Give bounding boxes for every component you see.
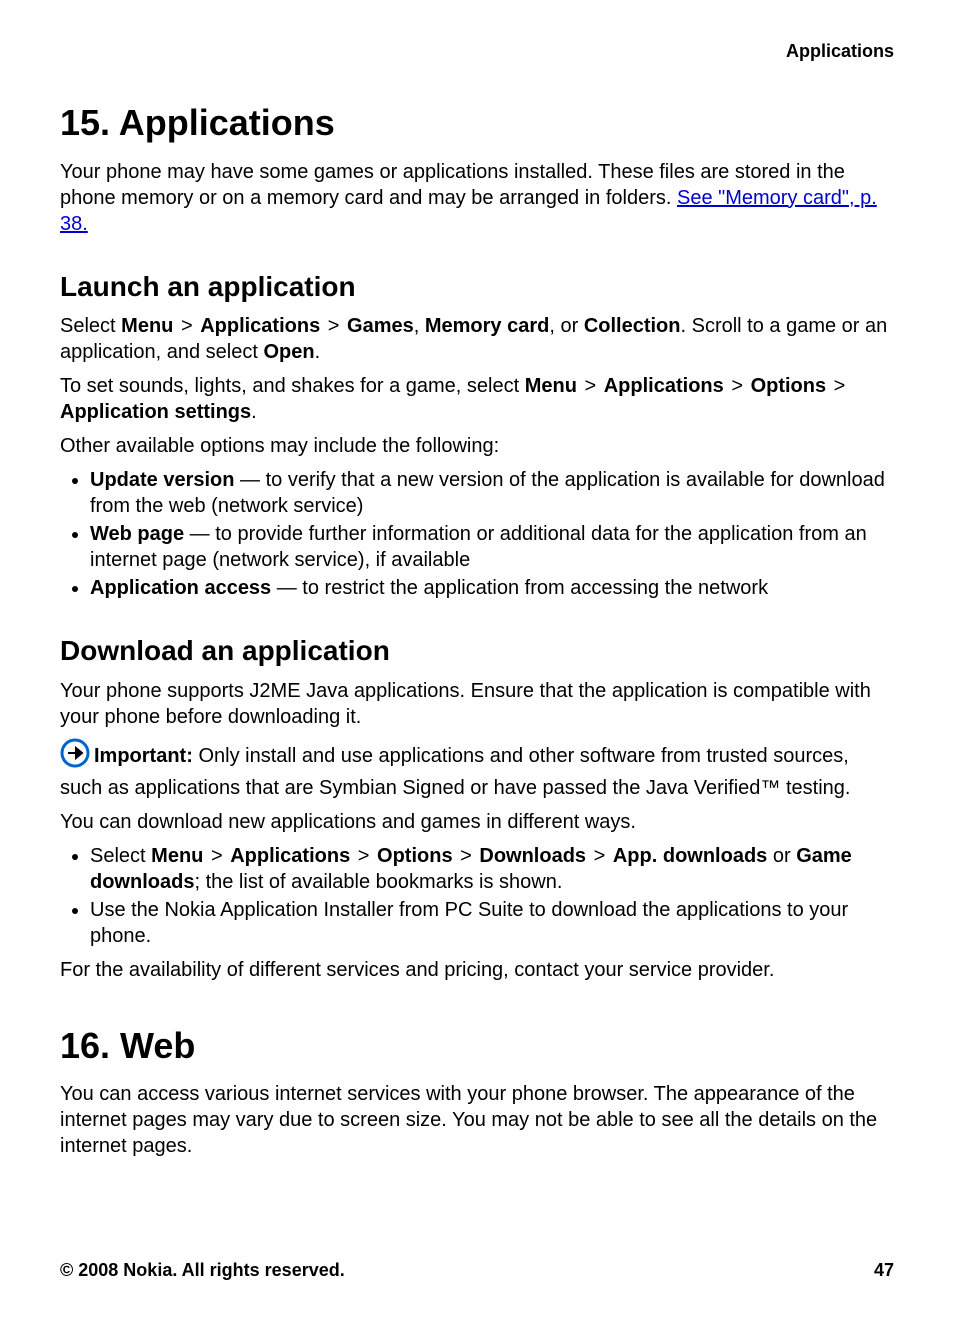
menu-label: Menu (151, 845, 203, 867)
menu-label: Menu (525, 375, 577, 397)
text: . (315, 341, 321, 363)
nav-sep: > (211, 845, 223, 867)
copyright-text: © 2008 Nokia. All rights reserved. (60, 1259, 345, 1282)
page-footer: © 2008 Nokia. All rights reserved. 47 (60, 1259, 894, 1282)
chapter-15-title: 15. Applications (60, 100, 894, 147)
nav-sep: > (594, 845, 606, 867)
ch16-p1: You can access various internet services… (60, 1081, 894, 1159)
download-ways-list: Select Menu > Applications > Options > D… (60, 843, 894, 949)
text: Select (90, 845, 151, 867)
games-label: Games (347, 315, 414, 337)
launch-heading: Launch an application (60, 269, 894, 305)
open-label: Open (263, 341, 314, 363)
text: or (767, 845, 796, 867)
menu-label: Menu (121, 315, 173, 337)
text: , or (549, 315, 583, 337)
launch-p1: Select Menu > Applications > Games, Memo… (60, 313, 894, 365)
applications-label: Applications (230, 845, 350, 867)
list-item: Select Menu > Applications > Options > D… (90, 843, 894, 895)
nav-sep: > (834, 375, 846, 397)
text: — to restrict the application from acces… (271, 577, 768, 599)
download-p3: For the availability of different servic… (60, 957, 894, 983)
nav-sep: > (460, 845, 472, 867)
app-downloads-label: App. downloads (613, 845, 767, 867)
nav-sep: > (181, 315, 193, 337)
list-item: Application access — to restrict the app… (90, 575, 894, 601)
page-number: 47 (874, 1259, 894, 1282)
important-icon (60, 738, 90, 775)
text: . (251, 401, 257, 423)
text: ; the list of available bookmarks is sho… (194, 871, 562, 893)
update-version-label: Update version (90, 469, 234, 491)
nav-sep: > (358, 845, 370, 867)
list-item: Web page — to provide further informatio… (90, 521, 894, 573)
nav-sep: > (328, 315, 340, 337)
text: — to provide further information or addi… (90, 523, 867, 571)
launch-options-list: Update version — to verify that a new ve… (60, 467, 894, 601)
applications-label: Applications (200, 315, 320, 337)
memory-card-label: Memory card (425, 315, 550, 337)
launch-p3: Other available options may include the … (60, 433, 894, 459)
ch15-intro: Your phone may have some games or applic… (60, 159, 894, 237)
nav-sep: > (731, 375, 743, 397)
list-item: Use the Nokia Application Installer from… (90, 897, 894, 949)
applications-label: Applications (604, 375, 724, 397)
downloads-label: Downloads (479, 845, 586, 867)
collection-label: Collection (584, 315, 681, 337)
chapter-16-title: 16. Web (60, 1023, 894, 1070)
text: Select (60, 315, 121, 337)
download-p2: You can download new applications and ga… (60, 809, 894, 835)
options-label: Options (751, 375, 827, 397)
web-page-label: Web page (90, 523, 184, 545)
text: To set sounds, lights, and shakes for a … (60, 375, 525, 397)
download-heading: Download an application (60, 633, 894, 669)
app-access-label: Application access (90, 577, 271, 599)
important-note: Important: Only install and use applicat… (60, 738, 894, 801)
page-header-section: Applications (786, 40, 894, 63)
launch-p2: To set sounds, lights, and shakes for a … (60, 373, 894, 425)
list-item: Update version — to verify that a new ve… (90, 467, 894, 519)
nav-sep: > (584, 375, 596, 397)
download-p1: Your phone supports J2ME Java applicatio… (60, 678, 894, 730)
app-settings-label: Application settings (60, 401, 251, 423)
options-label: Options (377, 845, 453, 867)
important-label: Important: (94, 744, 193, 766)
